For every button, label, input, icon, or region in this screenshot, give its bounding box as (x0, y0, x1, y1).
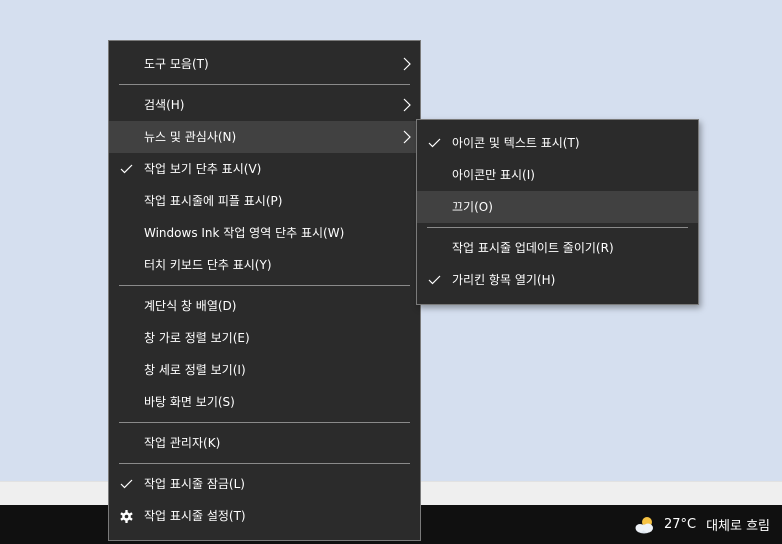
menu-item-label: 작업 관리자(K) (144, 436, 221, 450)
menu-item-show-windows-stacked[interactable]: 창 가로 정렬 보기(E) (109, 322, 420, 354)
menu-item-label: 작업 표시줄에 피플 표시(P) (144, 194, 283, 208)
menu-item-show-windows-side-by-side[interactable]: 창 세로 정렬 보기(I) (109, 354, 420, 386)
check-icon (428, 127, 441, 159)
menu-separator (427, 227, 688, 228)
menu-item-show-task-view[interactable]: 작업 보기 단추 표시(V) (109, 153, 420, 185)
weather-temperature: 27°C (663, 517, 697, 532)
check-icon (428, 264, 441, 296)
submenu-item-turn-off[interactable]: 끄기(O) (417, 191, 698, 223)
menu-separator (119, 285, 410, 286)
menu-separator (119, 84, 410, 85)
news-and-interests-submenu: 아이콘 및 텍스트 표시(T) 아이콘만 표시(I) 끄기(O) 작업 표시줄 … (416, 119, 699, 305)
menu-item-label: 작업 표시줄 잠금(L) (144, 477, 245, 491)
menu-separator (119, 422, 410, 423)
menu-item-lock-taskbar[interactable]: 작업 표시줄 잠금(L) (109, 468, 420, 500)
menu-item-label: Windows Ink 작업 영역 단추 표시(W) (144, 226, 345, 240)
menu-item-search[interactable]: 검색(H) (109, 89, 420, 121)
weather-condition: 대체로 흐림 (706, 519, 770, 534)
menu-item-label: 작업 표시줄 업데이트 줄이기(R) (452, 241, 614, 255)
menu-item-label: 끄기(O) (452, 200, 493, 214)
submenu-item-show-icon-only[interactable]: 아이콘만 표시(I) (417, 159, 698, 191)
check-icon (120, 153, 133, 185)
menu-item-label: 창 가로 정렬 보기(E) (144, 331, 250, 345)
partly-cloudy-icon (635, 516, 653, 533)
menu-item-label: 창 세로 정렬 보기(I) (144, 363, 246, 377)
menu-item-label: 바탕 화면 보기(S) (144, 395, 235, 409)
menu-item-label: 작업 표시줄 설정(T) (144, 509, 246, 523)
menu-separator (119, 463, 410, 464)
submenu-item-reduce-taskbar-updates[interactable]: 작업 표시줄 업데이트 줄이기(R) (417, 232, 698, 264)
menu-item-label: 검색(H) (144, 98, 185, 112)
taskbar-context-menu: 도구 모음(T) 검색(H) 뉴스 및 관심사(N) 작업 보기 단추 표시(V… (108, 40, 421, 541)
check-icon (120, 468, 133, 500)
chevron-right-icon (403, 121, 411, 153)
submenu-item-open-on-hover[interactable]: 가리킨 항목 열기(H) (417, 264, 698, 296)
menu-item-news-and-interests[interactable]: 뉴스 및 관심사(N) (109, 121, 420, 153)
menu-item-label: 뉴스 및 관심사(N) (144, 130, 237, 144)
menu-item-task-manager[interactable]: 작업 관리자(K) (109, 427, 420, 459)
menu-item-toolbars[interactable]: 도구 모음(T) (109, 48, 420, 80)
menu-item-label: 작업 보기 단추 표시(V) (144, 162, 262, 176)
menu-item-show-people[interactable]: 작업 표시줄에 피플 표시(P) (109, 185, 420, 217)
menu-item-label: 가리킨 항목 열기(H) (452, 273, 556, 287)
menu-item-show-desktop[interactable]: 바탕 화면 보기(S) (109, 386, 420, 418)
chevron-right-icon (403, 89, 411, 121)
submenu-item-show-icon-and-text[interactable]: 아이콘 및 텍스트 표시(T) (417, 127, 698, 159)
menu-item-show-touch-keyboard[interactable]: 터치 키보드 단추 표시(Y) (109, 249, 420, 281)
menu-item-label: 터치 키보드 단추 표시(Y) (144, 258, 272, 272)
weather-widget[interactable]: 27°C 대체로 흐림 (634, 505, 782, 544)
menu-item-label: 도구 모음(T) (144, 57, 209, 71)
menu-item-label: 아이콘만 표시(I) (452, 168, 535, 182)
menu-item-taskbar-settings[interactable]: 작업 표시줄 설정(T) (109, 500, 420, 532)
menu-item-show-ink-workspace[interactable]: Windows Ink 작업 영역 단추 표시(W) (109, 217, 420, 249)
menu-item-cascade-windows[interactable]: 계단식 창 배열(D) (109, 290, 420, 322)
gear-icon (120, 500, 133, 532)
menu-item-label: 아이콘 및 텍스트 표시(T) (452, 136, 580, 150)
chevron-right-icon (403, 48, 411, 80)
menu-item-label: 계단식 창 배열(D) (144, 299, 237, 313)
